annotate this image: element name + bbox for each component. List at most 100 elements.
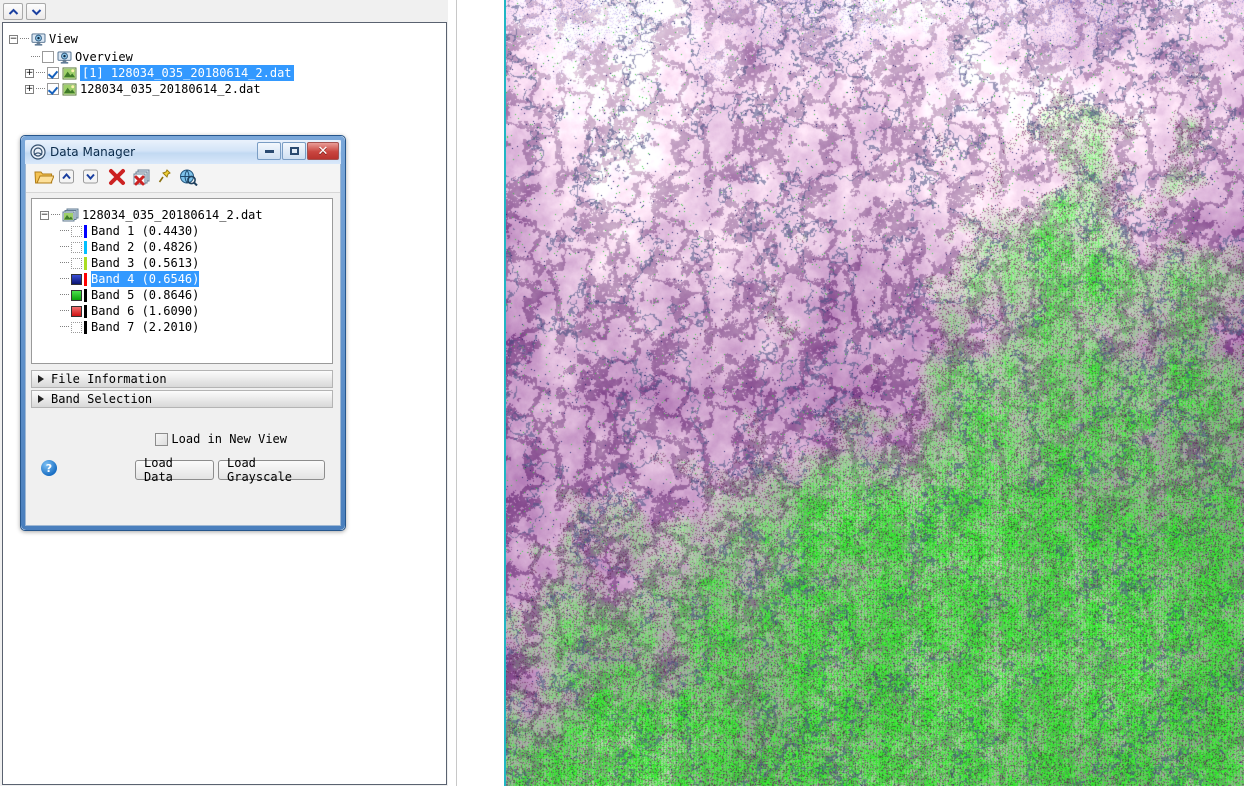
chevron-right-icon	[38, 375, 44, 383]
red-x-icon	[109, 169, 125, 185]
raster-image-icon	[62, 82, 77, 96]
band-tree[interactable]: − 128034_035_20180614_2.dat Band 1 (0.44…	[31, 198, 333, 364]
accordion-label: File Information	[51, 372, 167, 386]
chevron-down-icon	[83, 169, 98, 184]
band-label: Band 4 (0.6546)	[91, 271, 200, 287]
band-color-swatch	[84, 304, 87, 318]
load-grayscale-button[interactable]: Load Grayscale	[218, 456, 325, 484]
view-display-icon	[57, 50, 72, 64]
pushpin-icon	[158, 169, 171, 183]
data-manager-dialog[interactable]: Data Manager ✕ − 128034_035_20180614_2.d…	[20, 135, 346, 531]
band-row[interactable]: Band 6 (1.6090)	[60, 303, 199, 319]
layer-label: [1] 128034_035_20180614_2.dat	[80, 65, 294, 81]
band-color-swatch	[84, 288, 87, 302]
band-checkbox[interactable]	[71, 225, 82, 237]
tree-connector	[36, 72, 45, 74]
layer-tree-node-raster-1[interactable]: + [1] 128034_035_20180614_2.dat	[25, 65, 294, 81]
layer-tree-node-overview[interactable]: Overview	[31, 49, 133, 65]
band-row[interactable]: Band 3 (0.5613)	[60, 255, 199, 271]
band-checkbox[interactable]	[71, 241, 82, 253]
tree-connector	[60, 230, 69, 232]
tree-connector	[20, 38, 29, 40]
expander-expand-icon[interactable]: +	[25, 84, 34, 94]
load-in-new-view-label: Load in New View	[171, 432, 287, 446]
band-row[interactable]: Band 5 (0.8646)	[60, 287, 199, 303]
layer-visibility-checkbox[interactable]	[47, 83, 59, 95]
open-file-button[interactable]	[34, 168, 54, 188]
band-label: Band 1 (0.4430)	[91, 224, 200, 238]
tree-connector	[60, 326, 69, 328]
load-in-new-view-checkbox[interactable]: Load in New View	[155, 432, 287, 446]
layer-tree-node-raster-2[interactable]: + 128034_035_20180614_2.dat	[25, 81, 261, 97]
layer-label: Overview	[75, 50, 133, 64]
load-data-button[interactable]: Load Data	[135, 456, 214, 484]
tree-connector	[60, 294, 69, 296]
layer-visibility-checkbox[interactable]	[42, 51, 54, 63]
satellite-false-color-image[interactable]	[504, 0, 1244, 786]
band-label: Band 2 (0.4826)	[91, 240, 200, 254]
window-buttons: ✕	[257, 142, 339, 160]
raster-stack-icon	[62, 208, 79, 222]
band-row[interactable]: Band 7 (2.2010)	[60, 319, 199, 335]
panel-divider[interactable]	[448, 0, 504, 786]
band-label: Band 5 (0.8646)	[91, 288, 200, 302]
band-checkbox[interactable]	[71, 257, 82, 269]
dialog-titlebar[interactable]: Data Manager ✕	[25, 140, 341, 164]
maximize-button[interactable]	[282, 142, 306, 160]
tree-connector	[60, 246, 69, 248]
close-all-files-button[interactable]	[132, 168, 152, 188]
chevron-down-icon	[31, 8, 41, 15]
layer-tree-node-view[interactable]: − View	[9, 31, 78, 47]
band-row-selected[interactable]: Band 4 (0.6546)	[60, 271, 200, 287]
dialog-footer: Load in New View ? Load Data Load Graysc…	[31, 412, 335, 521]
layer-label: 128034_035_20180614_2.dat	[80, 82, 261, 96]
maximize-icon	[289, 147, 299, 155]
minimize-button[interactable]	[257, 142, 281, 160]
expander-collapse-icon[interactable]: −	[9, 34, 18, 44]
globe-search-icon	[180, 169, 198, 186]
accordion-band-selection[interactable]: Band Selection	[31, 390, 333, 408]
layer-toolbar	[0, 0, 455, 22]
layer-visibility-checkbox[interactable]	[47, 67, 59, 79]
tree-connector	[60, 262, 69, 264]
tree-connector	[60, 278, 69, 280]
dialog-title: Data Manager	[50, 145, 136, 159]
band-row[interactable]: Band 1 (0.4430)	[60, 223, 199, 239]
chevron-up-icon	[59, 169, 74, 184]
accordion-label: Band Selection	[51, 392, 153, 406]
band-checkbox[interactable]	[71, 289, 82, 301]
band-color-swatch	[84, 320, 87, 334]
band-checkbox[interactable]	[71, 321, 82, 333]
divider-line	[456, 0, 457, 786]
band-tree-file-node[interactable]: − 128034_035_20180614_2.dat	[40, 207, 263, 223]
expander-expand-icon[interactable]: +	[25, 68, 34, 78]
band-color-swatch	[84, 224, 87, 238]
band-checkbox[interactable]	[71, 273, 82, 285]
pin-button[interactable]	[158, 168, 172, 188]
move-layer-down-button[interactable]	[26, 3, 46, 20]
close-icon: ✕	[317, 143, 329, 159]
image-view-canvas[interactable]	[504, 0, 1244, 786]
help-button[interactable]: ?	[41, 460, 57, 476]
band-checkbox[interactable]	[71, 305, 82, 317]
accordion-file-information[interactable]: File Information	[31, 370, 333, 388]
raster-image-icon	[62, 66, 77, 80]
move-down-button[interactable]	[82, 168, 102, 188]
chevron-up-icon	[8, 8, 18, 15]
band-label: Band 6 (1.6090)	[91, 304, 200, 318]
tree-connector	[31, 56, 40, 58]
band-label: Band 3 (0.5613)	[91, 256, 200, 270]
band-row[interactable]: Band 2 (0.4826)	[60, 239, 199, 255]
image-left-edge	[504, 0, 506, 786]
expander-collapse-icon[interactable]: −	[40, 210, 49, 220]
close-file-button[interactable]	[108, 168, 128, 188]
data-manager-toolbar	[26, 164, 340, 193]
checkbox-box[interactable]	[155, 432, 169, 446]
move-up-button[interactable]	[58, 168, 78, 188]
file-node-label: 128034_035_20180614_2.dat	[82, 208, 263, 222]
view-metadata-button[interactable]	[178, 168, 198, 188]
close-button[interactable]: ✕	[307, 142, 339, 160]
band-color-swatch	[84, 240, 87, 254]
move-layer-up-button[interactable]	[3, 3, 23, 20]
data-manager-app-icon	[30, 144, 46, 160]
